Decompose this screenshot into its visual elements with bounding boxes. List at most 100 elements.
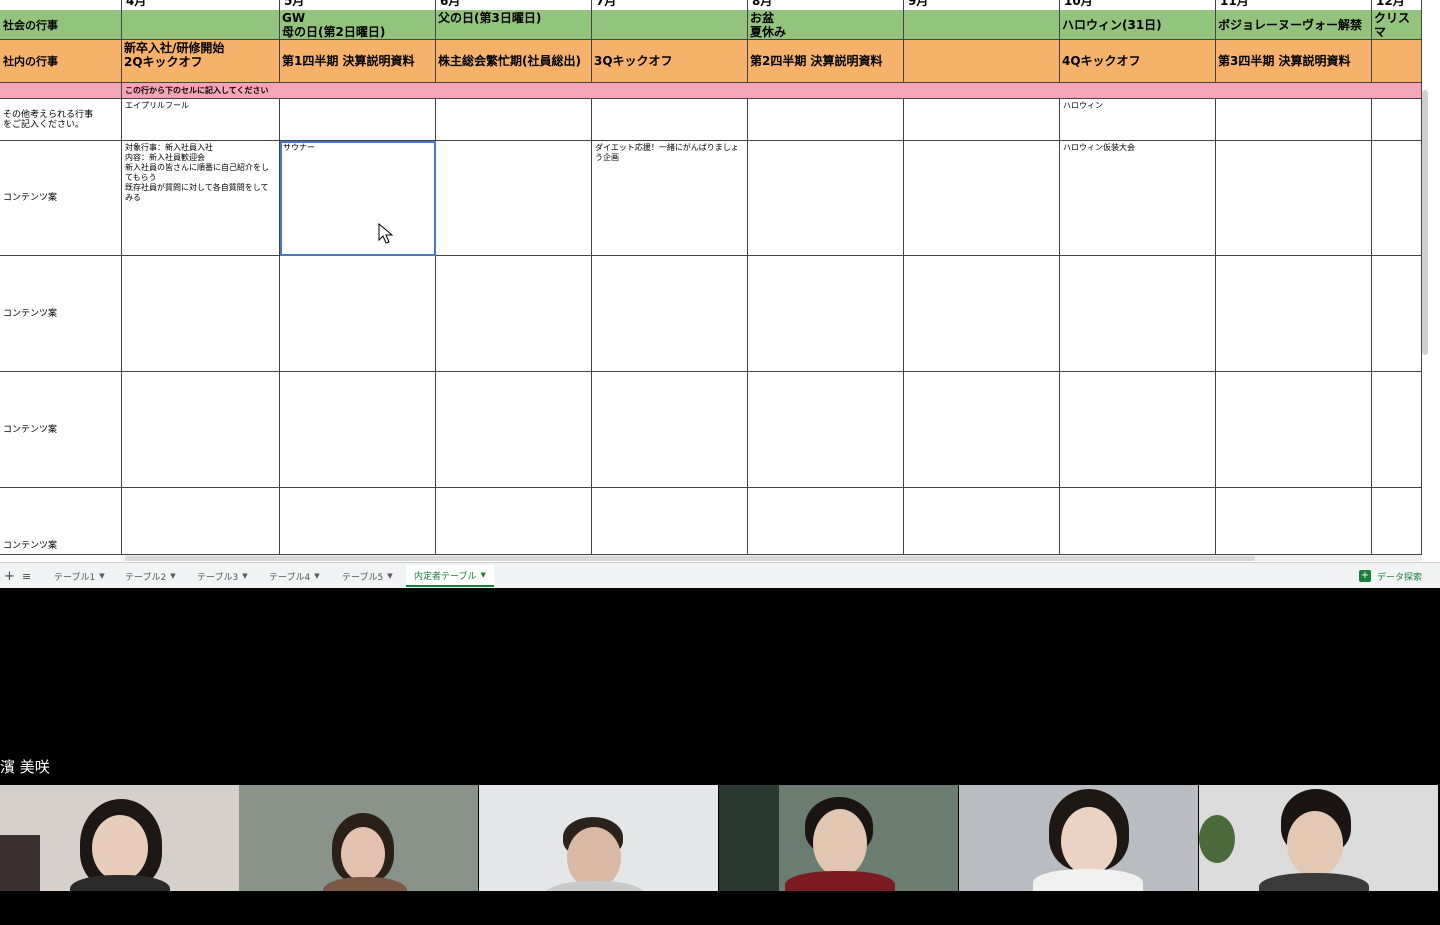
content-cell[interactable] — [280, 488, 436, 555]
month-header-jul[interactable]: 7月 — [592, 0, 748, 10]
video-tile[interactable] — [1199, 785, 1438, 891]
spreadsheet-grid[interactable]: 4月 5月 6月 7月 8月 9月 10月 11月 12月 社会の行事 GW 母… — [0, 0, 1440, 588]
other-event-cell[interactable] — [904, 99, 1060, 141]
content-cell[interactable] — [122, 256, 280, 372]
content-cell[interactable] — [280, 372, 436, 488]
company-event-cell[interactable]: 3Qキックオフ — [592, 40, 748, 83]
content-cell[interactable] — [436, 372, 592, 488]
content-cell[interactable] — [1216, 372, 1372, 488]
sheet-tab[interactable]: テーブル1 ▼ — [46, 565, 113, 587]
content-cell[interactable] — [1372, 141, 1422, 256]
content-label[interactable]: コンテンツ案 — [0, 372, 122, 488]
month-header-apr[interactable]: 4月 — [122, 0, 280, 10]
content-cell[interactable] — [436, 488, 592, 555]
company-event-cell[interactable] — [904, 40, 1060, 83]
content-cell[interactable] — [904, 488, 1060, 555]
other-event-cell[interactable] — [280, 99, 436, 141]
other-event-cell[interactable] — [436, 99, 592, 141]
content-cell[interactable] — [1216, 141, 1372, 256]
plant-icon — [1199, 815, 1235, 863]
plus-icon[interactable]: + — [4, 567, 15, 585]
content-cell[interactable] — [1216, 488, 1372, 555]
company-event-cell[interactable]: 新卒入社/研修開始 2Qキックオフ — [122, 40, 280, 83]
content-cell[interactable] — [748, 256, 904, 372]
society-event-cell[interactable]: クリスマ 大晦日 — [1372, 10, 1422, 40]
video-tile[interactable] — [0, 785, 239, 891]
vertical-scrollbar[interactable] — [1422, 90, 1428, 355]
content-label[interactable]: コンテンツ案 — [0, 256, 122, 372]
company-event-cell[interactable]: 株主総会繁忙期(社員総出) — [436, 40, 592, 83]
content-cell[interactable]: ダイエット応援！一緒にがんばりましょう企画 — [592, 141, 748, 256]
video-tile[interactable] — [239, 785, 478, 891]
month-header-may[interactable]: 5月 — [280, 0, 436, 10]
month-header-jun[interactable]: 6月 — [436, 0, 592, 10]
content-cell[interactable] — [904, 372, 1060, 488]
month-header-dec[interactable]: 12月 — [1372, 0, 1422, 10]
content-cell[interactable]: ハロウィン仮装大会 — [1060, 141, 1216, 256]
other-event-cell[interactable] — [1372, 99, 1422, 141]
menu-icon[interactable]: ≡ — [22, 567, 31, 585]
company-event-cell[interactable] — [1372, 40, 1422, 83]
content-cell[interactable] — [1216, 256, 1372, 372]
month-header-nov[interactable]: 11月 — [1216, 0, 1372, 10]
society-event-cell[interactable] — [592, 10, 748, 40]
content-label[interactable]: コンテンツ案 — [0, 488, 122, 555]
content-cell[interactable] — [748, 141, 904, 256]
content-cell[interactable] — [748, 372, 904, 488]
society-event-cell[interactable]: ハロウィン(31日) — [1060, 10, 1216, 40]
company-event-cell[interactable]: 第3四半期 決算説明資料 — [1216, 40, 1372, 83]
month-header-aug[interactable]: 8月 — [748, 0, 904, 10]
company-event-cell[interactable]: 第1四半期 決算説明資料 — [280, 40, 436, 83]
other-event-cell[interactable] — [592, 99, 748, 141]
video-tile[interactable] — [719, 785, 958, 891]
instruction-row-header[interactable] — [0, 83, 122, 99]
content-cell[interactable] — [1060, 256, 1216, 372]
instruction-row[interactable]: この行から下のセルに記入してください — [122, 83, 1422, 99]
company-event-cell[interactable]: 第2四半期 決算説明資料 — [748, 40, 904, 83]
other-events-label[interactable]: その他考えられる行事 をご記入ください。 — [0, 99, 122, 141]
society-event-cell[interactable]: GW 母の日(第2日曜日) — [280, 10, 436, 40]
content-cell[interactable] — [592, 488, 748, 555]
other-event-cell[interactable]: ハロウィン — [1060, 99, 1216, 141]
content-cell[interactable] — [122, 372, 280, 488]
content-cell[interactable] — [280, 256, 436, 372]
content-cell[interactable] — [436, 256, 592, 372]
society-event-cell[interactable] — [904, 10, 1060, 40]
other-event-cell[interactable] — [1216, 99, 1372, 141]
company-event-cell[interactable]: 4Qキックオフ — [1060, 40, 1216, 83]
explore-button[interactable]: + データ探索 — [1358, 567, 1422, 585]
content-cell[interactable] — [1372, 256, 1422, 372]
society-event-cell[interactable]: 父の日(第3日曜日) — [436, 10, 592, 40]
video-tile[interactable] — [959, 785, 1198, 891]
content-cell[interactable] — [1060, 488, 1216, 555]
content-cell[interactable] — [904, 141, 1060, 256]
sheet-tab-active[interactable]: 内定者テーブル ▼ — [406, 565, 494, 587]
sheet-tab[interactable]: テーブル4 ▼ — [261, 565, 328, 587]
content-cell[interactable] — [1372, 488, 1422, 555]
month-header-oct[interactable]: 10月 — [1060, 0, 1216, 10]
company-events-header[interactable]: 社内の行事 — [0, 40, 122, 83]
other-event-cell[interactable]: エイプリルフール — [122, 99, 280, 141]
content-cell[interactable] — [592, 256, 748, 372]
content-cell[interactable]: 対象行事：新入社員入社 内容：新入社員歓迎会 新入社員の皆さんに順番に自己紹介を… — [122, 141, 280, 256]
content-cell[interactable] — [122, 488, 280, 555]
society-event-cell[interactable]: ボジョレーヌーヴォー解禁 — [1216, 10, 1372, 40]
horizontal-scrollbar[interactable] — [125, 556, 1255, 561]
sheet-tab[interactable]: テーブル3 ▼ — [189, 565, 256, 587]
society-events-header[interactable]: 社会の行事 — [0, 10, 122, 40]
content-cell-selected[interactable]: サウナー — [280, 141, 436, 256]
content-cell[interactable] — [436, 141, 592, 256]
other-event-cell[interactable] — [748, 99, 904, 141]
content-cell[interactable] — [748, 488, 904, 555]
video-tile[interactable] — [479, 785, 718, 891]
content-label[interactable]: コンテンツ案 — [0, 141, 122, 256]
content-cell[interactable] — [1060, 372, 1216, 488]
sheet-tab[interactable]: テーブル5 ▼ — [334, 565, 401, 587]
content-cell[interactable] — [1372, 372, 1422, 488]
society-event-cell[interactable]: お盆 夏休み — [748, 10, 904, 40]
content-cell[interactable] — [904, 256, 1060, 372]
society-event-cell[interactable] — [122, 10, 280, 40]
sheet-tab[interactable]: テーブル2 ▼ — [117, 565, 184, 587]
content-cell[interactable] — [592, 372, 748, 488]
month-header-sep[interactable]: 9月 — [904, 0, 1060, 10]
